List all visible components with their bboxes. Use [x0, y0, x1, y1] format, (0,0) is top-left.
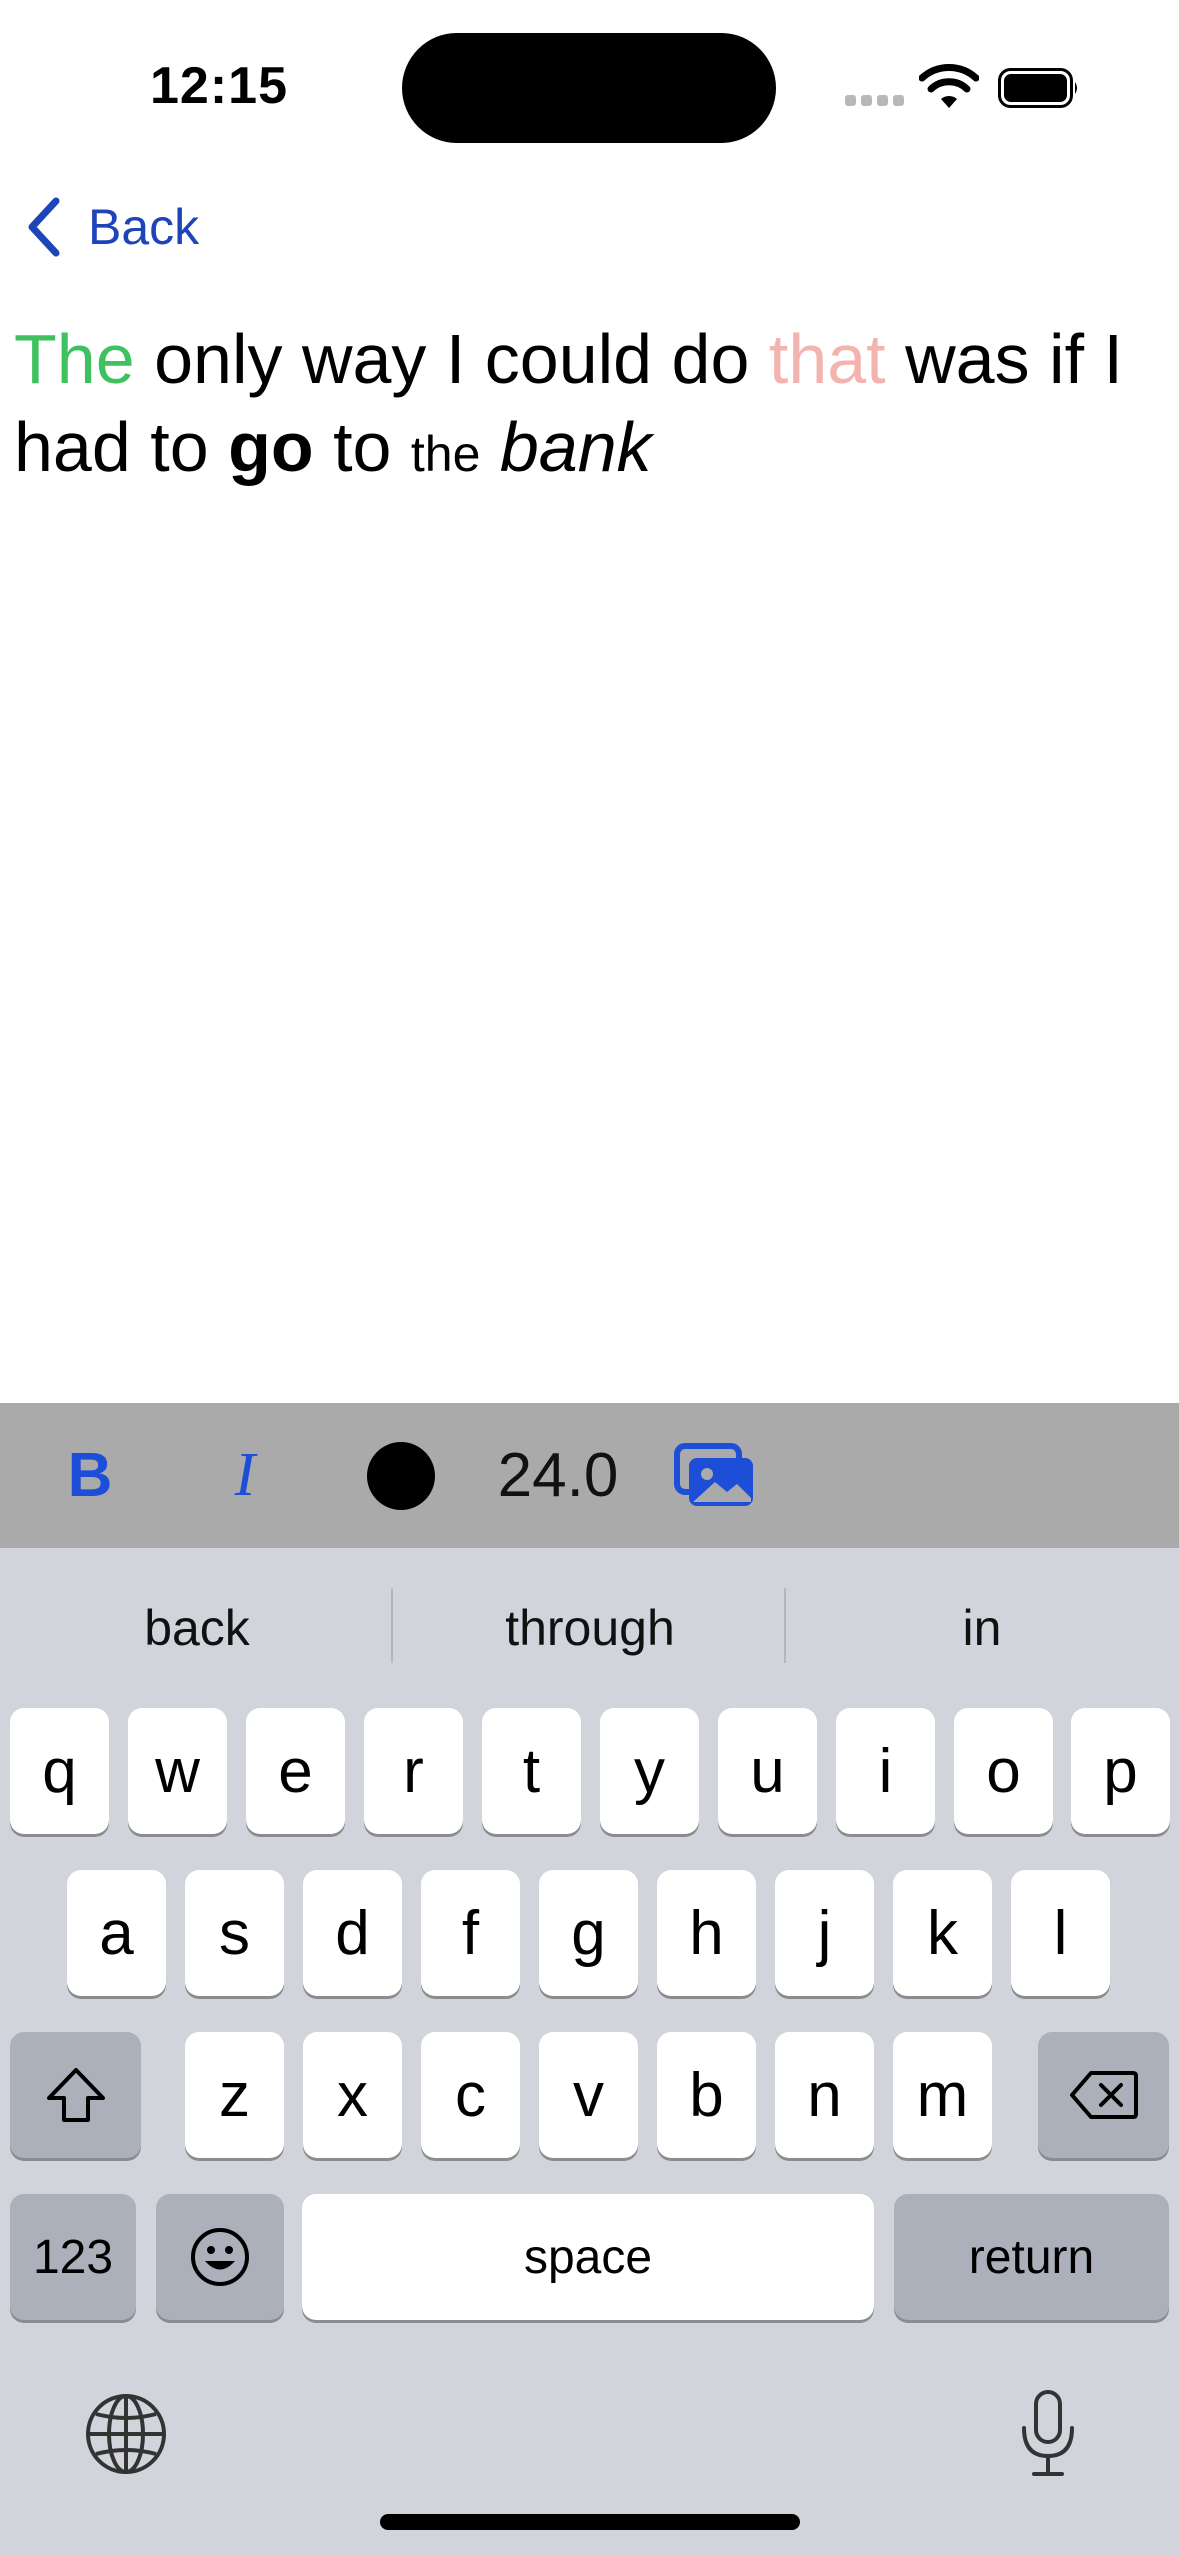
key-w[interactable]: w	[128, 1708, 227, 1834]
delete-key[interactable]	[1038, 2032, 1169, 2158]
key-k[interactable]: k	[893, 1870, 992, 1996]
status-time: 12:15	[150, 57, 288, 115]
key-c[interactable]: c	[421, 2032, 520, 2158]
bold-button[interactable]: B	[55, 1403, 125, 1548]
space-key[interactable]: space	[302, 2194, 874, 2320]
key-t[interactable]: t	[482, 1708, 581, 1834]
wifi-icon	[919, 64, 979, 108]
key-y[interactable]: y	[600, 1708, 699, 1834]
font-size-button[interactable]: 24.0	[488, 1403, 628, 1548]
color-swatch	[367, 1441, 435, 1510]
key-u[interactable]: u	[718, 1708, 817, 1834]
back-label: Back	[88, 199, 200, 255]
key-p[interactable]: p	[1071, 1708, 1170, 1834]
key-d[interactable]: d	[303, 1870, 402, 1996]
formatting-toolbar: B I 24.0	[0, 1403, 1179, 1548]
key-x[interactable]: x	[303, 2032, 402, 2158]
globe-icon[interactable]	[82, 2390, 170, 2478]
key-s[interactable]: s	[185, 1870, 284, 1996]
word-green: The	[14, 320, 135, 398]
key-j[interactable]: j	[775, 1870, 874, 1996]
chevron-left-icon	[28, 197, 60, 257]
status-bar: 12:15	[0, 0, 1179, 175]
key-m[interactable]: m	[893, 2032, 992, 2158]
text-color-button[interactable]	[367, 1403, 435, 1548]
key-e[interactable]: e	[246, 1708, 345, 1834]
shift-key[interactable]	[10, 2032, 141, 2158]
key-z[interactable]: z	[185, 2032, 284, 2158]
key-a[interactable]: a	[67, 1870, 166, 1996]
key-i[interactable]: i	[836, 1708, 935, 1834]
numbers-key[interactable]: 123	[10, 2194, 136, 2320]
photo-icon	[674, 1442, 753, 1506]
delete-icon	[1069, 2071, 1138, 2119]
word-small: the	[410, 426, 481, 482]
shift-icon	[46, 2068, 105, 2122]
home-indicator[interactable]	[380, 2514, 800, 2530]
key-b[interactable]: b	[657, 2032, 756, 2158]
key-g[interactable]: g	[539, 1870, 638, 1996]
word-pink: that	[768, 320, 886, 398]
dynamic-island	[402, 33, 776, 143]
key-f[interactable]: f	[421, 1870, 520, 1996]
cellular-signal-icon	[845, 93, 909, 111]
back-button[interactable]: Back	[22, 192, 199, 262]
word-bold: go	[228, 408, 314, 486]
microphone-icon[interactable]	[1018, 2388, 1078, 2480]
suggestion-2[interactable]: through	[395, 1593, 785, 1663]
italic-button[interactable]: I	[210, 1403, 280, 1548]
text-run: to	[333, 408, 392, 486]
key-o[interactable]: o	[954, 1708, 1053, 1834]
word-italic: bank	[499, 408, 652, 486]
suggestion-1[interactable]: back	[2, 1593, 392, 1663]
suggestion-divider	[391, 1588, 393, 1663]
rich-text-editor[interactable]: The only way I could do that was if I ha…	[14, 315, 1164, 498]
text-run: only way I could do	[154, 320, 750, 398]
emoji-icon	[191, 2228, 249, 2286]
suggestion-3[interactable]: in	[787, 1593, 1177, 1663]
key-n[interactable]: n	[775, 2032, 874, 2158]
key-h[interactable]: h	[657, 1870, 756, 1996]
key-q[interactable]: q	[10, 1708, 109, 1834]
key-l[interactable]: l	[1011, 1870, 1110, 1996]
predictive-bar: back through in	[0, 1548, 1179, 1703]
key-r[interactable]: r	[364, 1708, 463, 1834]
key-v[interactable]: v	[539, 2032, 638, 2158]
keyboard: back through in q w e r t y u i o p a s …	[0, 1548, 1179, 2556]
return-key[interactable]: return	[894, 2194, 1169, 2320]
insert-photo-button[interactable]	[670, 1403, 760, 1548]
battery-icon	[998, 68, 1077, 108]
emoji-key[interactable]	[156, 2194, 284, 2320]
suggestion-divider	[784, 1588, 786, 1663]
